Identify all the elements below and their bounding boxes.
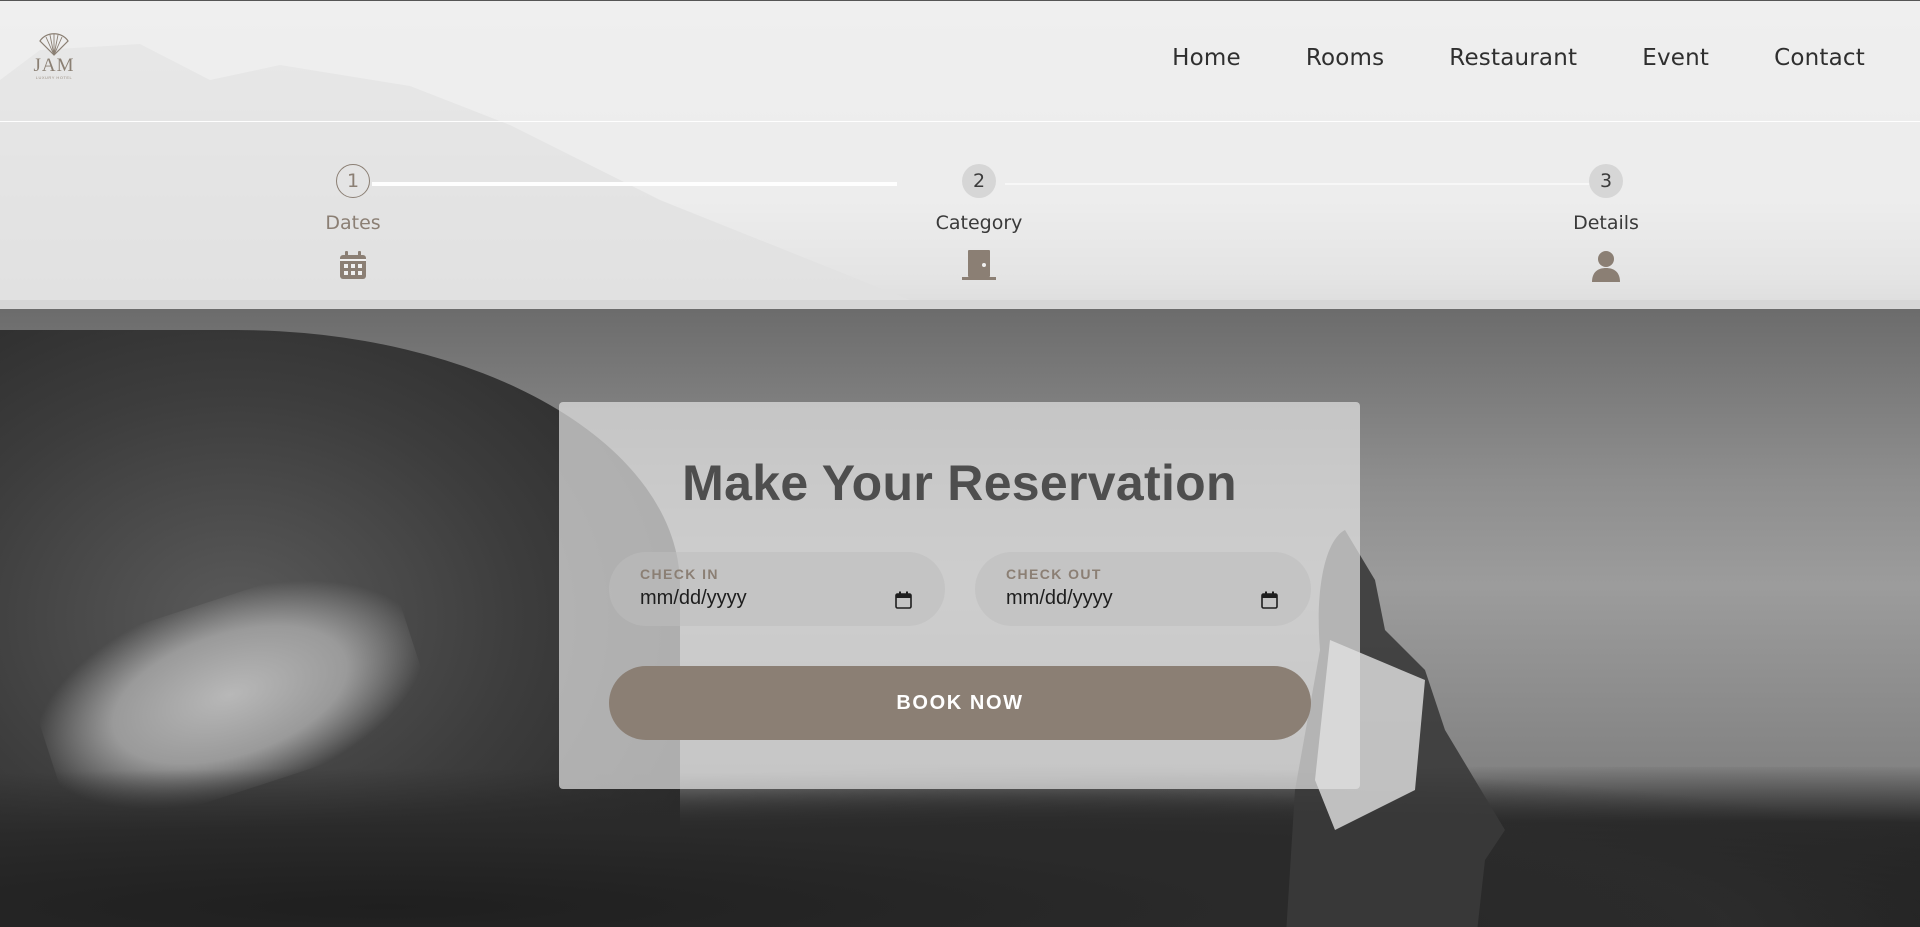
stepper-track-line: [1005, 183, 1590, 185]
logo-text: JAM: [33, 55, 75, 76]
header-divider: [0, 121, 1920, 122]
nav-restaurant-link[interactable]: Restaurant: [1449, 45, 1577, 71]
calendar-icon: [340, 251, 366, 279]
step-dates[interactable]: 1 Dates: [273, 161, 433, 280]
step-label: Dates: [325, 212, 381, 234]
shell-logo-icon: [39, 33, 69, 56]
user-icon: [1592, 251, 1620, 282]
door-icon: [962, 250, 996, 280]
booking-stepper: 1 Dates 2 Category 3 Details: [0, 161, 1920, 301]
stepper-progress-line: [372, 182, 897, 186]
nav-rooms-link[interactable]: Rooms: [1306, 45, 1384, 71]
main-nav: Home Rooms Restaurant Event Contact: [1107, 45, 1865, 71]
book-now-button[interactable]: BOOK NOW: [609, 666, 1311, 740]
calendar-picker-icon[interactable]: [1261, 591, 1278, 609]
background-bushes: [0, 767, 1920, 927]
nav-home-link[interactable]: Home: [1172, 45, 1241, 71]
check-in-label: CHECK IN: [640, 566, 719, 582]
check-out-label: CHECK OUT: [1006, 566, 1102, 582]
check-in-field[interactable]: CHECK IN mm/dd/yyyy: [609, 552, 945, 626]
step-number-badge: 2: [962, 164, 996, 198]
step-number-badge: 3: [1589, 164, 1623, 198]
header: JAM LUXURY HOTEL Home Rooms Restaurant E…: [0, 0, 1920, 309]
nav-event-link[interactable]: Event: [1642, 45, 1709, 71]
check-out-field[interactable]: CHECK OUT mm/dd/yyyy: [975, 552, 1311, 626]
calendar-picker-icon[interactable]: [895, 591, 912, 609]
step-number-badge: 1: [336, 164, 370, 198]
step-label: Details: [1573, 212, 1639, 234]
step-category[interactable]: 2 Category: [899, 161, 1059, 280]
reservation-title: Make Your Reservation: [682, 455, 1237, 511]
reservation-card: Make Your Reservation CHECK IN mm/dd/yyy…: [559, 402, 1360, 789]
step-details[interactable]: 3 Details: [1526, 161, 1686, 282]
check-out-input[interactable]: mm/dd/yyyy: [1006, 587, 1113, 610]
nav-contact-link[interactable]: Contact: [1774, 45, 1865, 71]
logo[interactable]: JAM LUXURY HOTEL: [26, 31, 82, 93]
check-in-input[interactable]: mm/dd/yyyy: [640, 587, 747, 610]
step-label: Category: [935, 212, 1023, 234]
